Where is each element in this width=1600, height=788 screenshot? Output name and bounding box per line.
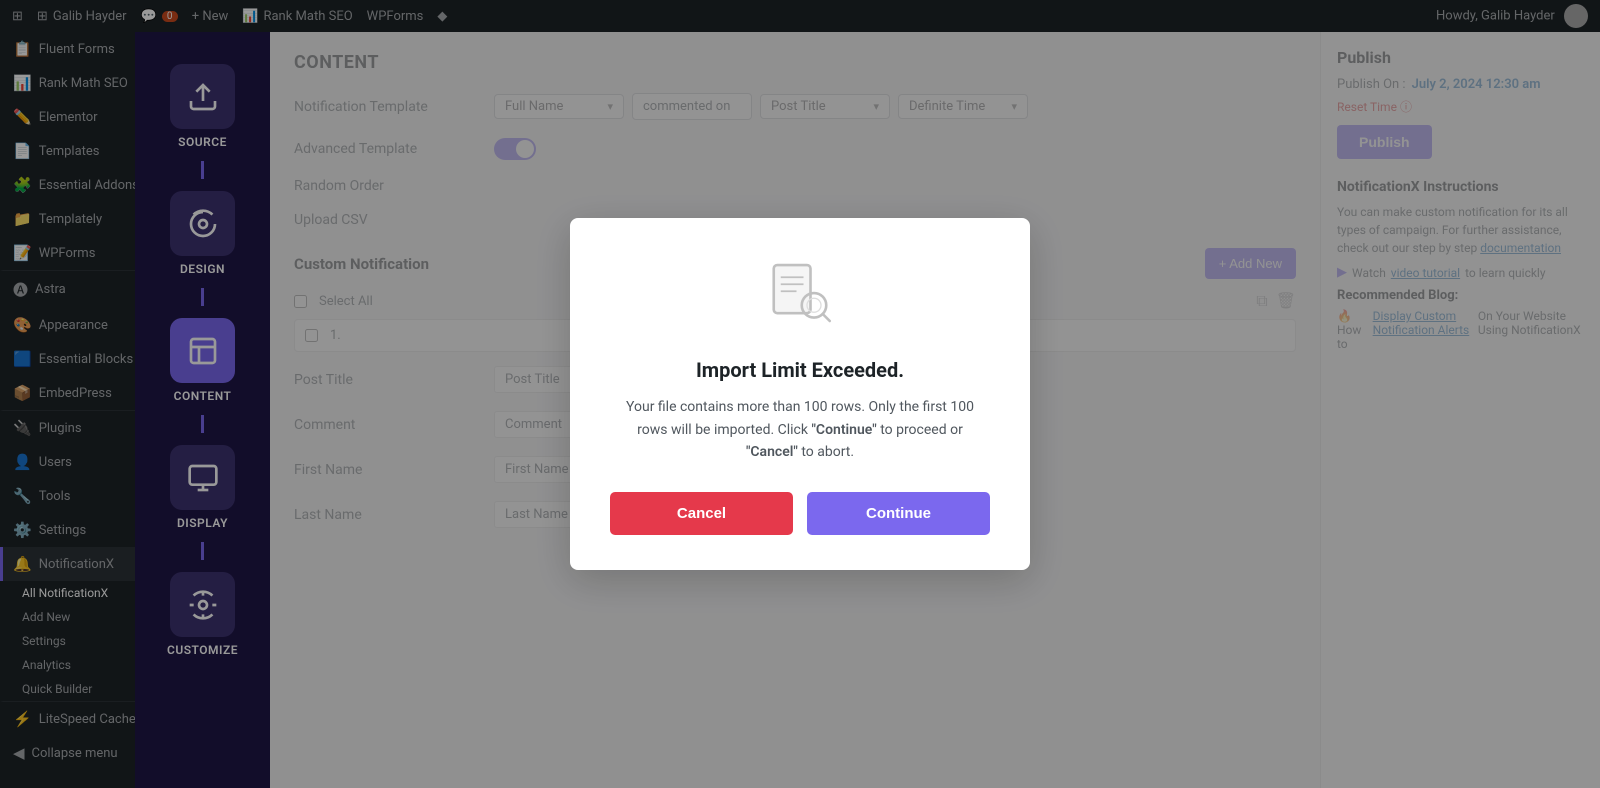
modal-message: Your file contains more than 100 rows. O… (610, 396, 990, 463)
modal-dialog: Import Limit Exceeded. Your file contain… (570, 218, 1030, 569)
modal-title: Import Limit Exceeded. (696, 358, 904, 382)
modal-continue-button[interactable]: Continue (807, 492, 990, 535)
modal-cancel-button[interactable]: Cancel (610, 492, 793, 535)
modal-overlay: Import Limit Exceeded. Your file contain… (0, 0, 1600, 788)
modal-actions: Cancel Continue (610, 492, 990, 535)
modal-icon (765, 258, 835, 338)
